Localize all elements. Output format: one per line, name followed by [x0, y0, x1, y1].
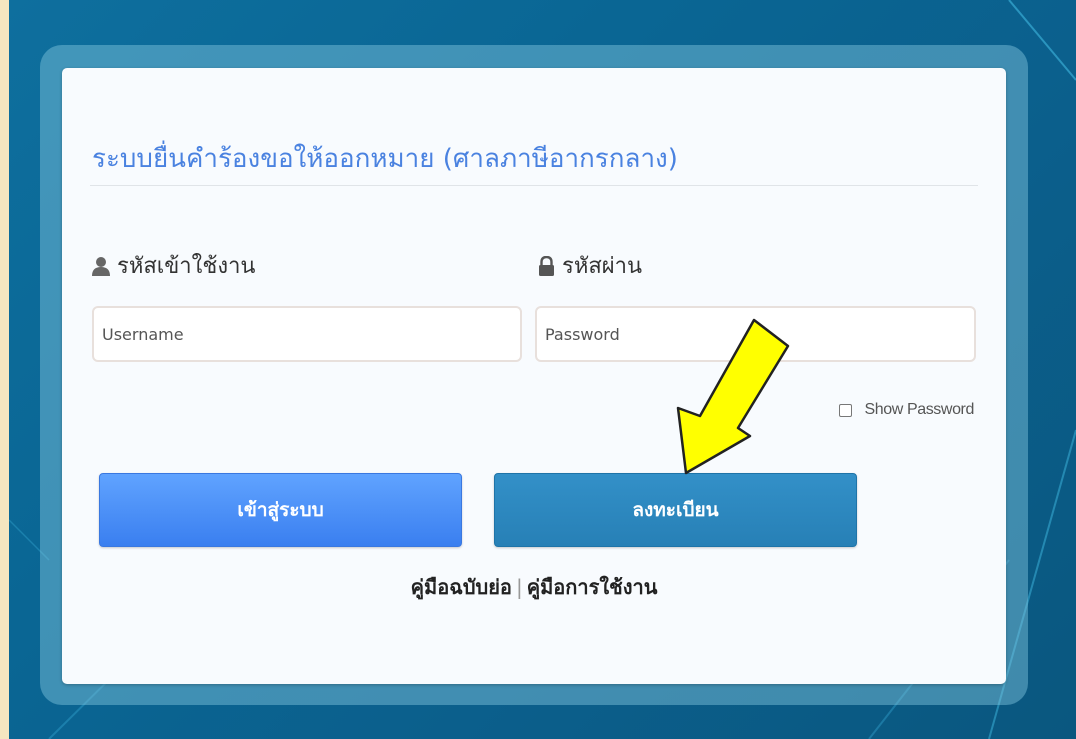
user-icon [92, 256, 110, 276]
quick-manual-link[interactable]: คู่มือฉบับย่อ [411, 571, 512, 603]
lock-icon [538, 255, 555, 276]
password-label-group: รหัสผ่าน [538, 248, 642, 283]
username-label-group: รหัสเข้าใช้งาน [92, 248, 255, 283]
show-password-checkbox[interactable] [839, 403, 853, 417]
show-password-toggle[interactable]: Show Password [839, 401, 974, 419]
yellow-arrow-icon [676, 318, 790, 475]
title-divider [90, 185, 978, 186]
username-input[interactable] [92, 306, 522, 362]
page-title: ระบบยื่นคำร้องขอให้ออกหมาย (ศาลภาษีอากรก… [92, 144, 678, 174]
login-button[interactable]: เข้าสู่ระบบ [99, 473, 462, 547]
user-manual-link[interactable]: คู่มือการใช้งาน [527, 571, 658, 603]
manual-links: คู่มือฉบับย่อ | คู่มือการใช้งาน [62, 571, 1006, 603]
page-frame: ระบบยื่นคำร้องขอให้ออกหมาย (ศาลภาษีอากรก… [0, 0, 1076, 739]
username-label: รหัสเข้าใช้งาน [117, 254, 256, 279]
register-button[interactable]: ลงทะเบียน [494, 473, 857, 547]
link-separator: | [515, 575, 523, 599]
password-label: รหัสผ่าน [562, 254, 643, 279]
login-card: ระบบยื่นคำร้องขอให้ออกหมาย (ศาลภาษีอากรก… [62, 68, 1006, 684]
show-password-label: Show Password [864, 401, 974, 418]
